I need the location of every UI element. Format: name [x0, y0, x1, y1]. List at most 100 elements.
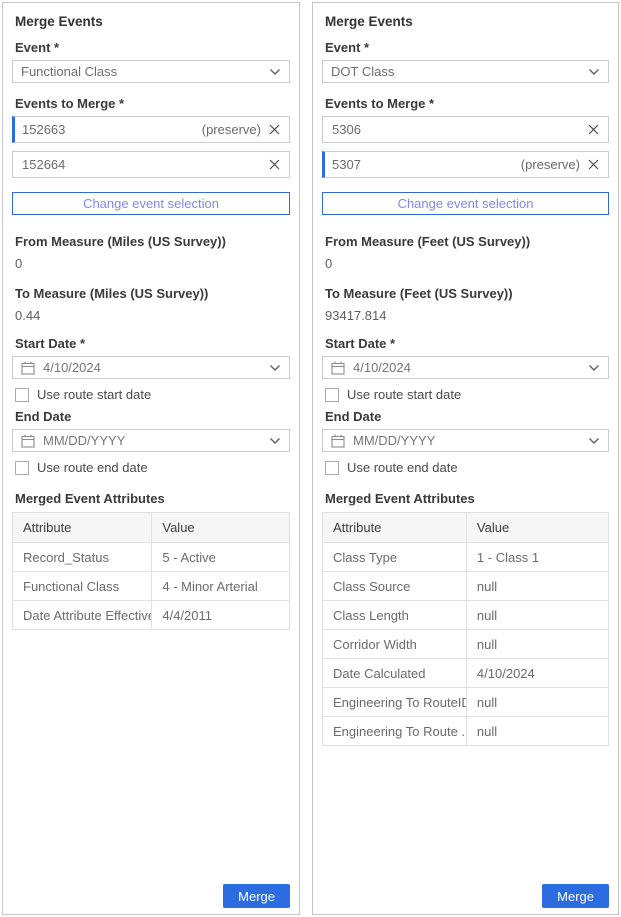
calendar-icon — [331, 434, 345, 448]
remove-event-icon[interactable] — [588, 159, 599, 170]
change-event-selection-button[interactable]: Change event selection — [12, 192, 290, 215]
value-cell: 1 - Class 1 — [467, 550, 608, 565]
use-route-end-date-label: Use route end date — [37, 460, 148, 475]
use-route-end-date-checkbox[interactable] — [325, 461, 339, 475]
event-select-value: Functional Class — [21, 64, 269, 79]
use-route-end-date-row: Use route end date — [322, 460, 609, 475]
table-row: Class Type 1 - Class 1 — [323, 542, 608, 571]
attribute-cell: Corridor Width — [323, 630, 467, 658]
value-cell: null — [467, 579, 608, 594]
table-row: Date Attribute Effective 4/4/2011 — [13, 600, 289, 629]
panel-title: Merge Events — [12, 14, 290, 29]
event-select[interactable]: Functional Class — [12, 60, 290, 83]
attribute-cell: Class Type — [323, 543, 467, 571]
chevron-down-icon — [269, 437, 281, 445]
table-header-row: Attribute Value — [323, 513, 608, 542]
event-select-value: DOT Class — [331, 64, 588, 79]
from-measure-label: From Measure (Miles (US Survey)) — [12, 234, 290, 249]
attribute-cell: Date Calculated — [323, 659, 467, 687]
attribute-column-header: Attribute — [13, 513, 152, 542]
use-route-end-date-label: Use route end date — [347, 460, 458, 475]
merge-button[interactable]: Merge — [542, 884, 609, 908]
end-date-picker[interactable]: MM/DD/YYYY — [12, 429, 290, 452]
use-route-start-date-checkbox[interactable] — [325, 388, 339, 402]
attribute-cell: Date Attribute Effective — [13, 601, 152, 629]
value-cell: 4 - Minor Arterial — [152, 579, 289, 594]
merged-attributes-table: Attribute Value Record_Status 5 - Active… — [12, 512, 290, 630]
start-date-picker[interactable]: 4/10/2024 — [12, 356, 290, 379]
value-cell: 4/4/2011 — [152, 608, 289, 623]
end-date-label: End Date — [12, 409, 290, 424]
preserve-tag: (preserve) — [521, 157, 580, 172]
panel-footer: Merge — [12, 884, 290, 909]
event-select[interactable]: DOT Class — [322, 60, 609, 83]
event-to-merge-input[interactable]: 5307 (preserve) — [322, 151, 609, 178]
change-event-selection-button[interactable]: Change event selection — [322, 192, 609, 215]
start-date-value: 4/10/2024 — [353, 360, 580, 375]
calendar-icon — [21, 361, 35, 375]
chevron-down-icon — [269, 68, 281, 76]
from-measure-label: From Measure (Feet (US Survey)) — [322, 234, 609, 249]
attribute-cell: Class Source — [323, 572, 467, 600]
end-date-picker[interactable]: MM/DD/YYYY — [322, 429, 609, 452]
event-label: Event * — [322, 40, 609, 55]
attribute-cell: Engineering To Route ... — [323, 717, 467, 745]
use-route-start-date-checkbox[interactable] — [15, 388, 29, 402]
events-to-merge-label: Events to Merge * — [12, 96, 290, 111]
remove-event-icon[interactable] — [269, 159, 280, 170]
panel-footer: Merge — [322, 884, 609, 909]
event-id: 5306 — [332, 122, 580, 137]
event-to-merge-input[interactable]: 5306 — [322, 116, 609, 143]
merged-event-attributes-label: Merged Event Attributes — [322, 491, 609, 506]
value-cell: 5 - Active — [152, 550, 289, 565]
use-route-start-date-label: Use route start date — [37, 387, 151, 402]
attribute-cell: Engineering To RouteID — [323, 688, 467, 716]
end-date-value: MM/DD/YYYY — [353, 433, 580, 448]
chevron-down-icon — [588, 437, 600, 445]
event-id: 152664 — [22, 157, 261, 172]
value-cell: null — [467, 608, 608, 623]
start-date-picker[interactable]: 4/10/2024 — [322, 356, 609, 379]
value-column-header: Value — [467, 520, 608, 535]
start-date-value: 4/10/2024 — [43, 360, 261, 375]
start-date-label: Start Date * — [12, 336, 290, 351]
table-row: Engineering To RouteID null — [323, 687, 608, 716]
attribute-column-header: Attribute — [323, 513, 467, 542]
value-cell: null — [467, 724, 608, 739]
value-column-header: Value — [152, 520, 289, 535]
end-date-value: MM/DD/YYYY — [43, 433, 261, 448]
value-cell: 4/10/2024 — [467, 666, 608, 681]
events-to-merge-label: Events to Merge * — [322, 96, 609, 111]
use-route-end-date-row: Use route end date — [12, 460, 290, 475]
to-measure-label: To Measure (Miles (US Survey)) — [12, 286, 290, 301]
from-measure-value: 0 — [322, 256, 609, 271]
end-date-label: End Date — [322, 409, 609, 424]
panel-title: Merge Events — [322, 14, 609, 29]
table-header-row: Attribute Value — [13, 513, 289, 542]
to-measure-value: 93417.814 — [322, 308, 609, 323]
start-date-label: Start Date * — [322, 336, 609, 351]
preserve-tag: (preserve) — [202, 122, 261, 137]
attribute-cell: Record_Status — [13, 543, 152, 571]
to-measure-label: To Measure (Feet (US Survey)) — [322, 286, 609, 301]
from-measure-value: 0 — [12, 256, 290, 271]
calendar-icon — [331, 361, 345, 375]
merged-event-attributes-label: Merged Event Attributes — [12, 491, 290, 506]
table-row: Class Source null — [323, 571, 608, 600]
value-cell: null — [467, 695, 608, 710]
merged-attributes-table: Attribute Value Class Type 1 - Class 1 C… — [322, 512, 609, 746]
event-to-merge-input[interactable]: 152664 — [12, 151, 290, 178]
remove-event-icon[interactable] — [588, 124, 599, 135]
event-to-merge-input[interactable]: 152663 (preserve) — [12, 116, 290, 143]
use-route-end-date-checkbox[interactable] — [15, 461, 29, 475]
event-id: 5307 — [332, 157, 521, 172]
to-measure-value: 0.44 — [12, 308, 290, 323]
table-row: Engineering To Route ... null — [323, 716, 608, 745]
remove-event-icon[interactable] — [269, 124, 280, 135]
use-route-start-date-row: Use route start date — [322, 387, 609, 402]
attribute-cell: Functional Class — [13, 572, 152, 600]
merge-button[interactable]: Merge — [223, 884, 290, 908]
use-route-start-date-label: Use route start date — [347, 387, 461, 402]
table-row: Date Calculated 4/10/2024 — [323, 658, 608, 687]
merge-events-panel-left: Merge Events Event * Functional Class Ev… — [2, 2, 300, 915]
